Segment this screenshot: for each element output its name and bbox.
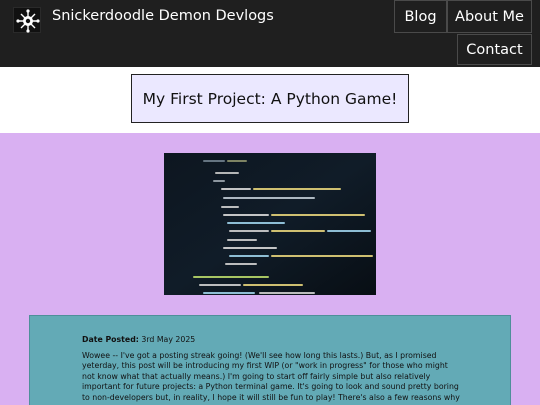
post-body: Wowee -- I've got a posting streak going… bbox=[82, 350, 460, 405]
nav-contact-link[interactable]: Contact bbox=[457, 34, 532, 65]
site-logo-icon[interactable] bbox=[13, 7, 41, 33]
post-content: Date Posted: 3rd May 2025 Wowee -- I've … bbox=[82, 335, 460, 405]
navbar: Snickerdoodle Demon Devlogs Blog About M… bbox=[0, 0, 540, 67]
title-section: My First Project: A Python Game! bbox=[0, 67, 540, 133]
nav-about-link[interactable]: About Me bbox=[447, 0, 532, 33]
page-title-box: My First Project: A Python Game! bbox=[131, 74, 409, 123]
post-date: Date Posted: 3rd May 2025 bbox=[82, 335, 460, 346]
nav-blog-link[interactable]: Blog bbox=[394, 0, 447, 33]
date-value: 3rd May 2025 bbox=[141, 335, 196, 344]
page-title: My First Project: A Python Game! bbox=[142, 89, 398, 108]
main-content: Date Posted: 3rd May 2025 Wowee -- I've … bbox=[0, 133, 540, 405]
date-label: Date Posted: bbox=[82, 335, 139, 344]
code-screenshot-image bbox=[164, 153, 376, 295]
post-panel: Date Posted: 3rd May 2025 Wowee -- I've … bbox=[29, 315, 511, 405]
site-title[interactable]: Snickerdoodle Demon Devlogs bbox=[52, 6, 274, 26]
